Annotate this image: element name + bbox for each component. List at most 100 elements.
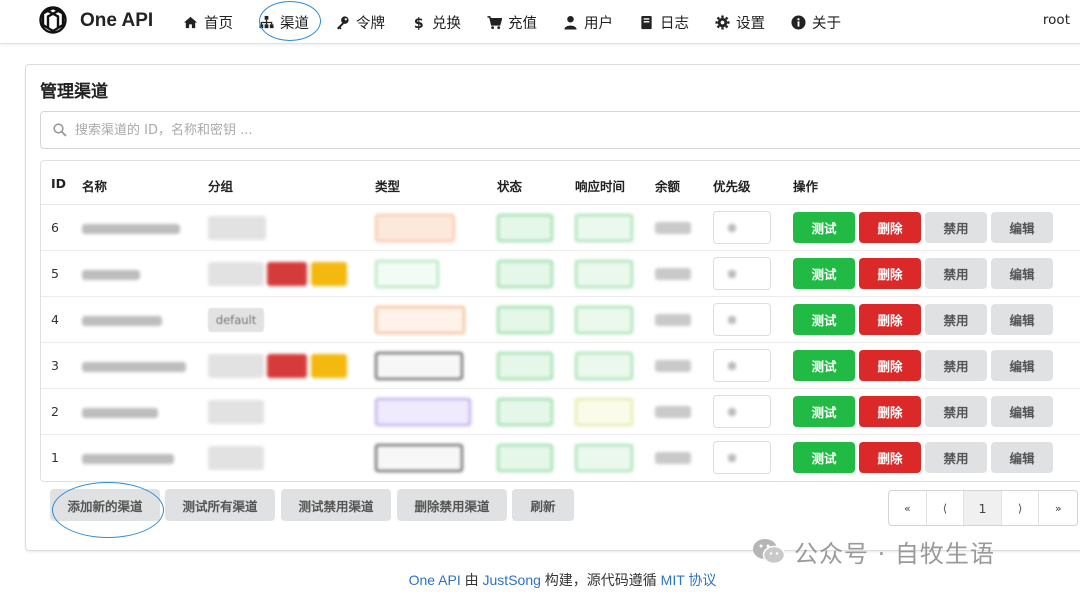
disable-button[interactable]: 禁用 [925,442,987,473]
redacted-status [497,352,553,380]
search-input[interactable] [75,122,975,138]
test-button[interactable]: 测试 [793,304,855,335]
page-next-button[interactable]: ⟩ [1002,491,1040,525]
priority-input[interactable] [713,395,771,428]
th-name[interactable]: 名称 [82,176,107,195]
redacted-name [82,408,158,418]
th-type[interactable]: 类型 [375,176,400,195]
redacted-name [82,362,186,372]
test-disabled-channels-button[interactable]: 测试禁用渠道 [281,489,391,521]
redacted-response [575,214,633,242]
pagination: « ⟨ 1 ⟩ » [888,490,1078,526]
delete-button[interactable]: 删除 [859,350,921,381]
th-id[interactable]: ID [51,176,66,191]
redacted-type [375,352,463,380]
disable-button[interactable]: 禁用 [925,258,987,289]
edit-button[interactable]: 编辑 [991,442,1053,473]
nav-tokens[interactable]: 令牌 [322,0,398,44]
footer-project-link[interactable]: One API [409,572,461,588]
test-all-channels-button[interactable]: 测试所有渠道 [165,489,275,521]
table-row: 4 default 测试 删除 禁用 编辑 [41,297,1080,343]
edit-button[interactable]: 编辑 [991,396,1053,427]
th-balance[interactable]: 余额 [655,176,680,195]
channels-table: ID 名称 分组 类型 状态 响应时间 余额 优先级 操作 6 测试 删除 禁用… [40,160,1080,482]
priority-input[interactable] [713,211,771,244]
redacted-name [82,454,174,464]
disable-button[interactable]: 禁用 [925,212,987,243]
priority-input[interactable] [713,441,771,474]
table-header: ID 名称 分组 类型 状态 响应时间 余额 优先级 操作 [41,161,1080,205]
th-priority[interactable]: 优先级 [713,176,751,195]
delete-disabled-channels-button[interactable]: 删除禁用渠道 [397,489,507,521]
footer-license-link[interactable]: MIT 协议 [661,572,717,588]
redacted-response [575,444,633,472]
delete-button[interactable]: 删除 [859,396,921,427]
row-id: 2 [51,404,59,419]
test-button[interactable]: 测试 [793,212,855,243]
test-button[interactable]: 测试 [793,258,855,289]
redacted-priority [728,362,736,370]
nav-topup[interactable]: 充值 [474,0,550,44]
delete-button[interactable]: 删除 [859,258,921,289]
redacted-name [82,224,180,234]
svg-text:$: $ [414,16,424,30]
test-button[interactable]: 测试 [793,396,855,427]
openai-logo-icon [39,6,67,34]
redacted-priority [728,224,736,232]
nav-users[interactable]: 用户 [550,0,626,44]
th-status[interactable]: 状态 [497,176,522,195]
nav-home[interactable]: 首页 [170,0,246,44]
brand[interactable]: One API [36,4,153,38]
delete-button[interactable]: 删除 [859,304,921,335]
nav-settings[interactable]: 设置 [702,0,778,44]
footer-author-link[interactable]: JustSong [483,572,541,588]
nav-about-label: 关于 [812,15,841,32]
priority-input[interactable] [713,303,771,336]
priority-input[interactable] [713,257,771,290]
redacted-group [208,400,264,424]
redacted-group [208,262,264,286]
redacted-response [575,398,633,426]
wechat-icon [753,538,786,564]
disable-button[interactable]: 禁用 [925,304,987,335]
page-first-button[interactable]: « [889,491,927,525]
gear-icon [715,14,730,30]
nav-logs-label: 日志 [660,15,689,32]
footer: One API 由 JustSong 构建，源代码遵循 MIT 协议 [0,570,1080,590]
delete-button[interactable]: 删除 [859,442,921,473]
nav-about[interactable]: 关于 [778,0,854,44]
th-group[interactable]: 分组 [208,176,233,195]
redacted-name [82,270,140,280]
edit-button[interactable]: 编辑 [991,258,1053,289]
redacted-type [375,306,465,334]
redacted-priority [728,270,736,278]
user-menu[interactable]: root [1043,12,1070,28]
page-title: 管理渠道 [40,82,108,102]
priority-input[interactable] [713,349,771,382]
edit-button[interactable]: 编辑 [991,212,1053,243]
redacted-type [375,444,463,472]
disable-button[interactable]: 禁用 [925,396,987,427]
search-icon [53,123,67,137]
table-row: 2 测试 删除 禁用 编辑 [41,389,1080,435]
nav-topup-label: 充值 [508,15,537,32]
page-current[interactable]: 1 [964,491,1002,525]
search-box[interactable] [40,111,1080,149]
wechat-watermark: 公众号 · 自牧生语 [752,534,995,569]
test-button[interactable]: 测试 [793,350,855,381]
row-id: 1 [51,450,59,465]
edit-button[interactable]: 编辑 [991,350,1053,381]
disable-button[interactable]: 禁用 [925,350,987,381]
th-response-time[interactable]: 响应时间 [575,176,625,195]
row-id: 6 [51,220,59,235]
brand-name: One API [80,10,154,31]
nav-redeem[interactable]: $ 兑换 [398,0,474,44]
page-last-button[interactable]: » [1039,491,1077,525]
refresh-button[interactable]: 刷新 [512,489,574,521]
book-icon [641,15,652,29]
edit-button[interactable]: 编辑 [991,304,1053,335]
nav-logs[interactable]: 日志 [626,0,702,44]
delete-button[interactable]: 删除 [859,212,921,243]
page-prev-button[interactable]: ⟨ [927,491,965,525]
test-button[interactable]: 测试 [793,442,855,473]
